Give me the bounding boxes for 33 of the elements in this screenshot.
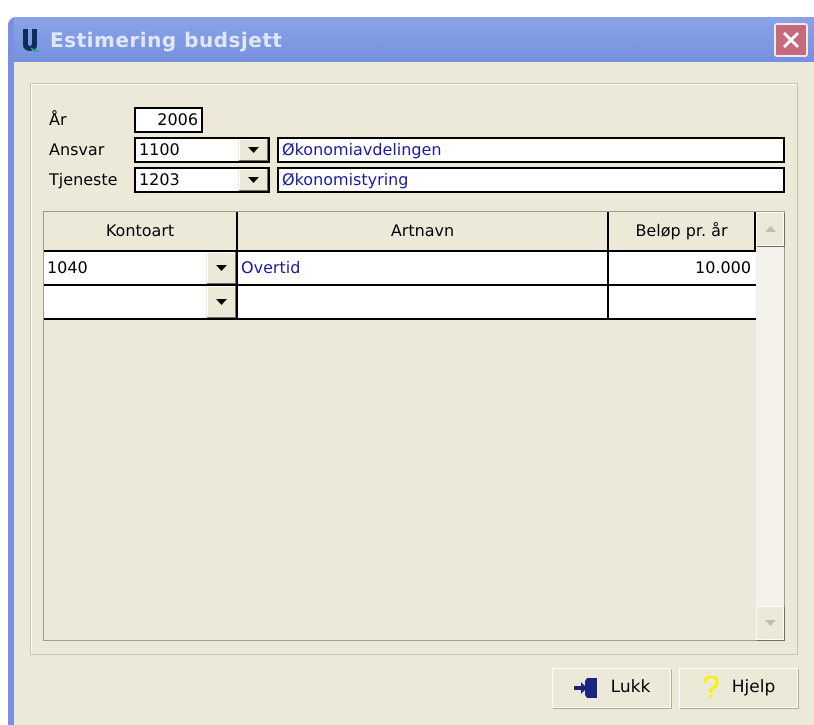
table-cell-text: 10.000 <box>694 257 752 279</box>
dropdown-button[interactable] <box>238 139 268 161</box>
field-label: År <box>48 109 68 131</box>
field-label: Ansvar <box>48 139 106 161</box>
dropdown-arrow-icon <box>216 265 227 271</box>
dropdown-arrow-icon <box>248 147 259 153</box>
dropdown-button[interactable] <box>206 252 236 284</box>
dropdown-button[interactable] <box>206 286 236 318</box>
down-arrow-icon <box>764 620 776 626</box>
up-arrow-icon <box>764 226 776 232</box>
table-cell-text: 1040 <box>46 257 89 279</box>
code-combo[interactable]: 1203 <box>134 167 270 193</box>
code-combo[interactable]: 1100 <box>134 137 270 163</box>
name-field[interactable]: Økonomiavdelingen <box>277 137 785 163</box>
close-icon <box>781 30 801 50</box>
dropdown-arrow-icon <box>216 299 227 305</box>
dropdown-arrow-icon <box>248 177 259 183</box>
dropdown-button[interactable] <box>238 169 268 191</box>
close-button[interactable] <box>774 22 808 56</box>
year-field[interactable]: 2006 <box>134 107 203 133</box>
close-dialog-button[interactable]: Lukk <box>552 668 671 708</box>
help-button[interactable]: Hjelp <box>679 668 798 708</box>
table-cell: Overtid <box>238 252 609 284</box>
question-mark-icon <box>702 676 720 700</box>
code-value: 1100 <box>138 139 181 161</box>
field-label: Tjeneste <box>48 169 118 191</box>
name-field[interactable]: Økonomistyring <box>277 167 785 193</box>
column-header[interactable]: Artnavn <box>238 212 609 250</box>
window-title: Estimering budsjett <box>50 26 284 54</box>
code-value: 1203 <box>138 169 181 191</box>
exit-door-icon <box>572 677 599 699</box>
column-header[interactable]: Kontoart <box>44 212 238 250</box>
app-logo-icon <box>20 26 42 52</box>
